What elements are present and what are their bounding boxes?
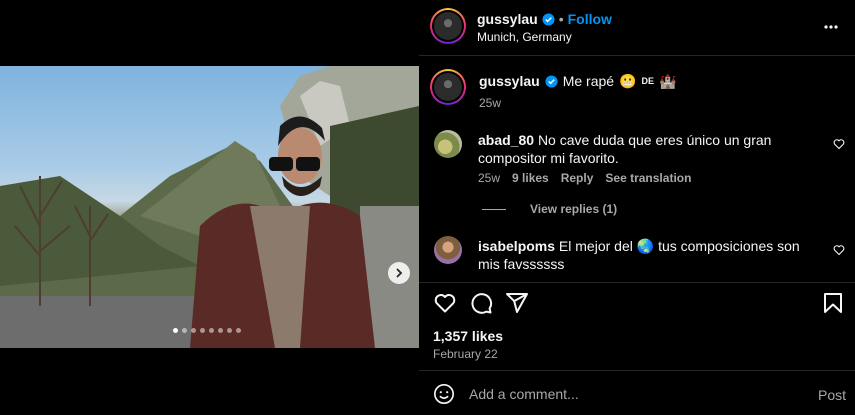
chevron-right-icon bbox=[396, 268, 403, 278]
post-location[interactable]: Munich, Germany bbox=[477, 30, 572, 44]
carousel-dot bbox=[182, 328, 187, 333]
dot-separator: • bbox=[558, 11, 564, 27]
follow-button[interactable]: Follow bbox=[568, 11, 612, 27]
comment-button[interactable] bbox=[469, 291, 493, 315]
author-avatar[interactable] bbox=[430, 8, 466, 44]
post-media bbox=[0, 0, 419, 415]
see-translation-button[interactable]: See translation bbox=[605, 171, 691, 185]
bookmark-icon bbox=[824, 293, 842, 313]
caption-timestamp[interactable]: 25w bbox=[479, 96, 501, 110]
commenter-username[interactable]: isabelpoms bbox=[478, 238, 555, 254]
actions-divider bbox=[419, 282, 855, 283]
carousel-dot bbox=[227, 328, 232, 333]
carousel-dot bbox=[173, 328, 178, 333]
carousel-dot bbox=[200, 328, 205, 333]
view-replies-toggle[interactable]: View replies (1) bbox=[482, 202, 617, 216]
like-button[interactable] bbox=[433, 291, 457, 315]
comment-text: El mejor del bbox=[558, 238, 633, 254]
comment-item: isabelpoms El mejor del 🌏 tus composicio… bbox=[419, 234, 855, 274]
post-header: gussylau • Follow Munich, Germany bbox=[419, 0, 855, 55]
replies-line bbox=[482, 208, 506, 210]
carousel-dot bbox=[236, 328, 241, 333]
caption-avatar[interactable] bbox=[430, 69, 466, 105]
heart-icon bbox=[434, 294, 456, 313]
likes-count[interactable]: 1,357 likes bbox=[433, 328, 503, 344]
caption-username[interactable]: gussylau bbox=[479, 73, 540, 89]
comment-composer: Post bbox=[419, 371, 855, 415]
mountain-scenery bbox=[0, 66, 419, 348]
comment-like-button[interactable] bbox=[833, 244, 845, 256]
post-photo[interactable] bbox=[0, 66, 419, 348]
verified-badge-icon bbox=[545, 74, 558, 88]
caption-emoji: 🏰 bbox=[659, 73, 677, 89]
comment-like-button[interactable] bbox=[833, 138, 845, 150]
header-divider bbox=[419, 55, 855, 56]
save-button[interactable] bbox=[821, 291, 845, 315]
flag-badge: DE bbox=[641, 76, 655, 86]
commenter-avatar[interactable] bbox=[434, 236, 462, 264]
comment-timestamp[interactable]: 25w bbox=[478, 171, 500, 185]
carousel-dot bbox=[218, 328, 223, 333]
post-side-panel: gussylau • Follow Munich, Germany gussyl… bbox=[419, 0, 855, 415]
reply-button[interactable]: Reply bbox=[561, 171, 594, 185]
send-icon bbox=[506, 293, 528, 313]
emoji-button[interactable] bbox=[433, 383, 455, 405]
verified-badge-icon bbox=[542, 12, 555, 26]
caption-text: Me rapé bbox=[562, 73, 615, 89]
comment-icon bbox=[471, 293, 493, 314]
heart-icon bbox=[833, 139, 845, 150]
heart-icon bbox=[833, 245, 845, 256]
carousel-indicator bbox=[173, 328, 241, 333]
author-username[interactable]: gussylau bbox=[477, 11, 538, 27]
post-comment-button[interactable]: Post bbox=[818, 387, 846, 403]
carousel-dot bbox=[191, 328, 196, 333]
carousel-dot bbox=[209, 328, 214, 333]
emoji-smile-icon bbox=[434, 384, 454, 404]
more-options-button[interactable] bbox=[823, 19, 839, 35]
post-date[interactable]: February 22 bbox=[433, 347, 498, 361]
view-replies-label: View replies (1) bbox=[530, 202, 618, 216]
caption-emoji: 😬 bbox=[619, 73, 637, 89]
comment-likes[interactable]: 9 likes bbox=[512, 171, 549, 185]
commenter-avatar[interactable] bbox=[434, 130, 462, 158]
comment-item: abad_80 No cave duda que eres único un g… bbox=[419, 128, 855, 218]
carousel-next-button[interactable] bbox=[388, 262, 410, 284]
commenter-username[interactable]: abad_80 bbox=[478, 132, 534, 148]
comment-input[interactable] bbox=[469, 383, 789, 405]
comment-emoji: 🌏 bbox=[636, 238, 655, 254]
share-button[interactable] bbox=[505, 291, 529, 315]
action-bar bbox=[419, 290, 855, 316]
more-horizontal-icon bbox=[824, 25, 838, 29]
